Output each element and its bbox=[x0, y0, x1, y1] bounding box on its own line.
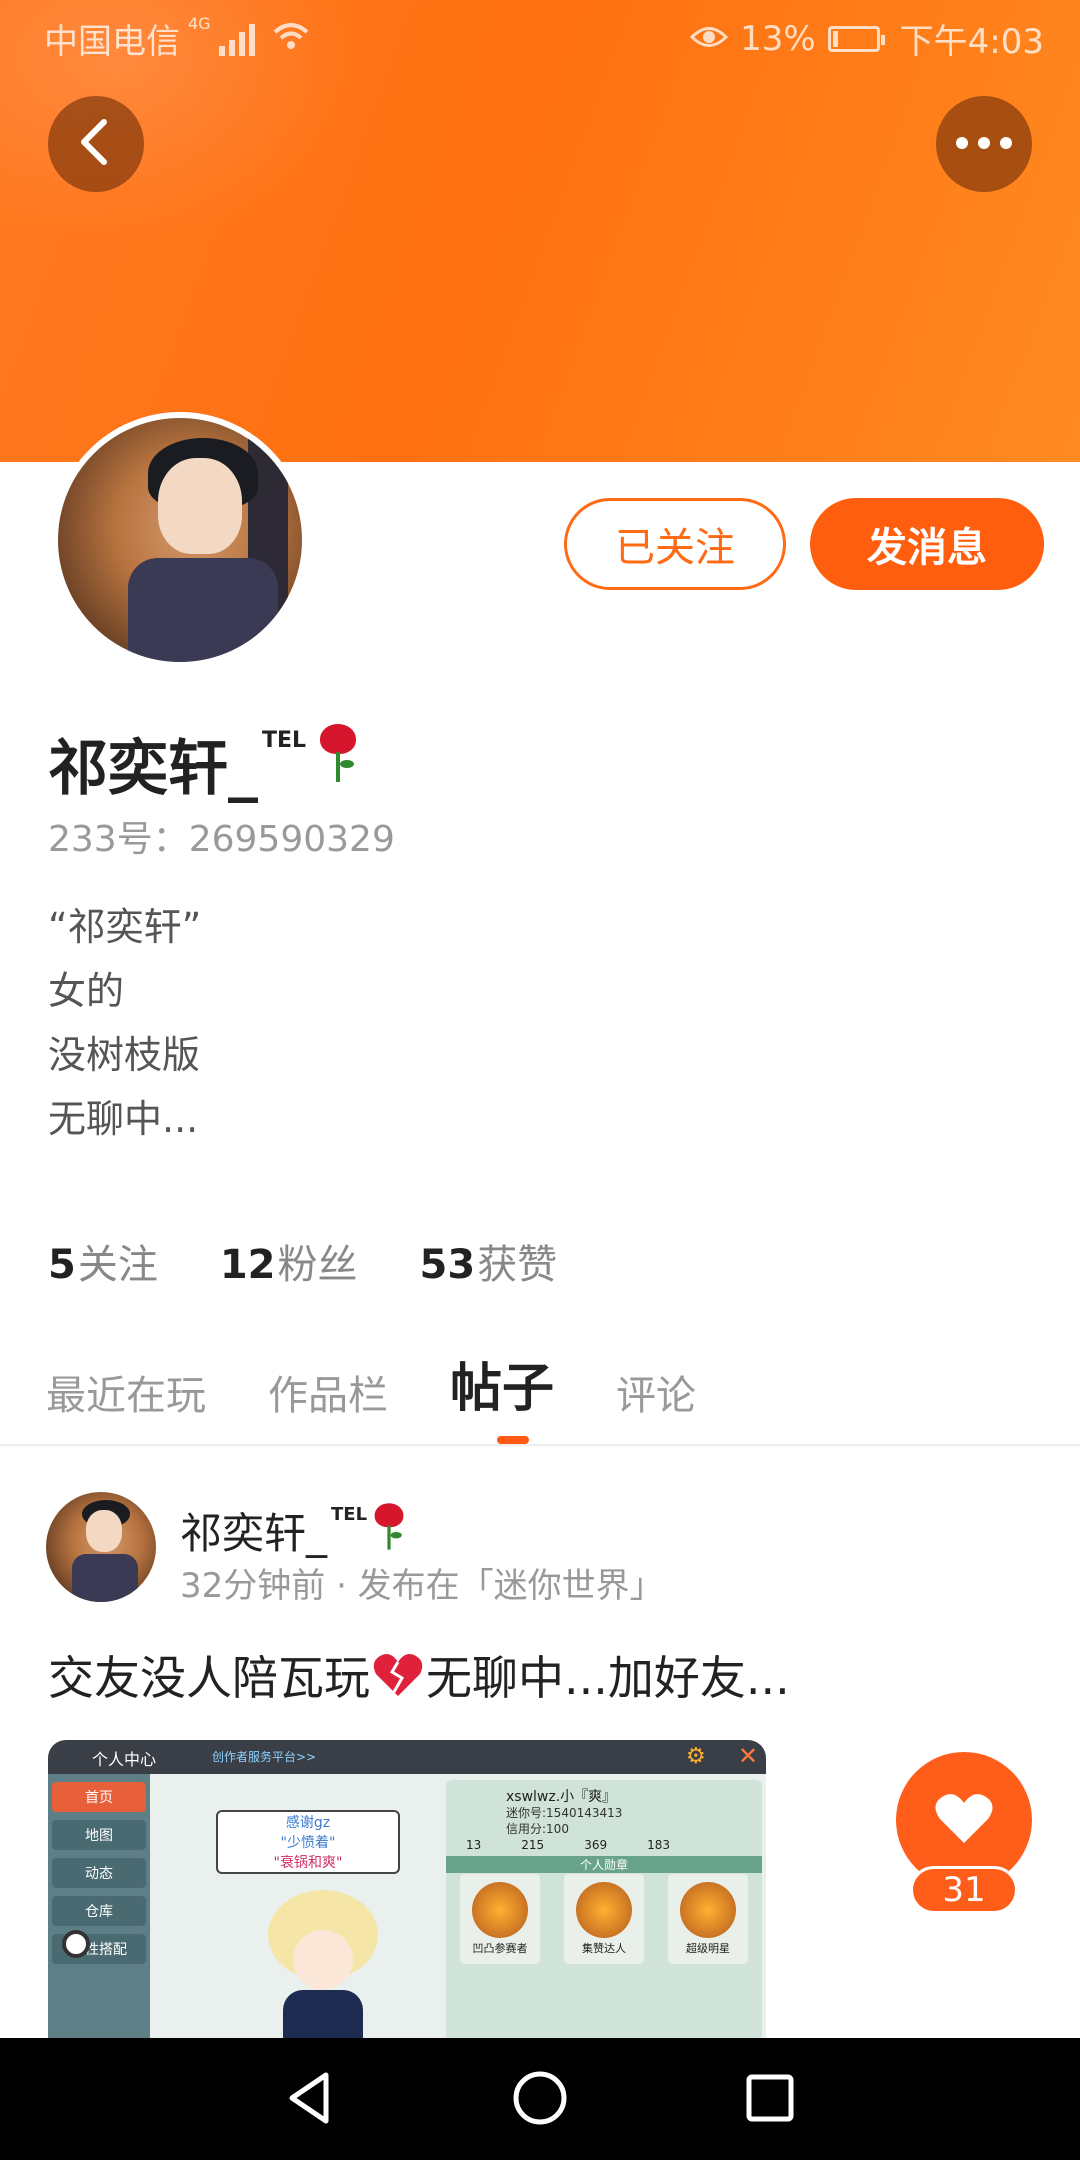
image-side-item: 动态 bbox=[52, 1858, 146, 1888]
bio-line: “祁奕轩” bbox=[48, 905, 202, 949]
medal-name: 集赞达人 bbox=[582, 1942, 626, 1955]
bio-line: 没树枝版 bbox=[48, 1033, 201, 1077]
square-recents-icon bbox=[745, 2073, 795, 2127]
profile-bio: “祁奕轩” 女的 没树枝版 无聊中... bbox=[48, 895, 201, 1151]
user-id: 233号：269590329 bbox=[48, 819, 395, 860]
tab-posts[interactable]: 帖子 bbox=[450, 1346, 554, 1421]
image-count: 215 bbox=[521, 1838, 545, 1852]
chevron-left-icon bbox=[76, 118, 116, 170]
heart-icon bbox=[934, 1791, 994, 1849]
carrier-label: 中国电信 bbox=[44, 22, 180, 62]
profile-tabs: 最近在玩 作品栏 帖子 评论 bbox=[46, 1346, 696, 1421]
eye-icon bbox=[689, 19, 729, 59]
stat-count: 12 bbox=[219, 1242, 276, 1288]
clock: 下午4:03 bbox=[899, 22, 1044, 62]
image-user-name: xswlwz.小『爽』 bbox=[506, 1789, 617, 1805]
gear-icon: ⚙ bbox=[686, 1744, 706, 1769]
image-profile-panel: xswlwz.小『爽』 迷你号:1540143413 信用分:100 13 21… bbox=[446, 1780, 762, 2040]
post-text-end: 无聊中...加好友... bbox=[426, 1651, 790, 1705]
more-button[interactable] bbox=[936, 96, 1032, 192]
wifi-icon bbox=[273, 19, 309, 59]
tab-recent-play[interactable]: 最近在玩 bbox=[46, 1363, 206, 1421]
profile-name-suffix: TEL bbox=[262, 728, 307, 753]
signal-icon bbox=[218, 22, 255, 56]
stat-label: 关注 bbox=[77, 1242, 158, 1288]
bubble-line: "衰锅和爽" bbox=[273, 1855, 343, 1871]
rose-icon bbox=[318, 720, 358, 784]
post-meta: 32分钟前 · 发布在「迷你世界」 bbox=[180, 1566, 664, 1606]
more-dots-icon bbox=[954, 135, 1014, 154]
image-count: 183 bbox=[647, 1838, 670, 1852]
profile-name-text: 祁奕轩_ bbox=[48, 734, 258, 804]
medal: 超级明星 bbox=[668, 1874, 748, 1964]
profile-name: 祁奕轩_ TEL bbox=[48, 720, 358, 807]
image-side-item: 首页 bbox=[52, 1782, 146, 1812]
broken-heart-icon bbox=[372, 1652, 424, 1698]
system-nav-bar bbox=[0, 2038, 1080, 2160]
like-count: 31 bbox=[910, 1866, 1018, 1914]
tab-comments[interactable]: 评论 bbox=[616, 1363, 696, 1421]
stat-label: 粉丝 bbox=[277, 1242, 358, 1288]
battery-percent: 13% bbox=[740, 18, 816, 59]
image-toggle bbox=[62, 1930, 90, 1958]
stat-count: 5 bbox=[48, 1242, 76, 1288]
post-text[interactable]: 交友没人陪瓦玩 无聊中...加好友... bbox=[48, 1642, 790, 1708]
triangle-back-icon bbox=[286, 2071, 334, 2129]
medal-name: 凹凸参赛者 bbox=[472, 1942, 528, 1955]
battery-icon bbox=[827, 25, 885, 52]
bio-line: 女的 bbox=[48, 969, 125, 1013]
status-bar: 中国电信 4G 13% 下午4:03 bbox=[0, 0, 1080, 74]
game-character bbox=[268, 1890, 378, 2040]
profile-avatar[interactable] bbox=[52, 412, 308, 668]
image-counts: 13 215 369 183 bbox=[466, 1838, 670, 1852]
circle-home-icon bbox=[512, 2070, 568, 2130]
stat-count: 53 bbox=[419, 1242, 476, 1288]
image-subtitle: 创作者服务平台>> bbox=[212, 1750, 317, 1764]
image-side-item: 地图 bbox=[52, 1820, 146, 1850]
nav-recents-button[interactable] bbox=[738, 2068, 802, 2132]
post-image[interactable]: 个人中心 创作者服务平台>> ⚙ ✕ 首页 地图 动态 仓库 个性搭配 感谢gz… bbox=[48, 1740, 766, 2040]
post-author-avatar[interactable] bbox=[46, 1492, 156, 1602]
image-count: 369 bbox=[584, 1838, 608, 1852]
bio-line: 无聊中... bbox=[48, 1097, 199, 1141]
send-message-button[interactable]: 发消息 bbox=[810, 498, 1044, 590]
stat-followers[interactable]: 12粉丝 bbox=[220, 1232, 358, 1290]
bubble-line: 感谢gz bbox=[285, 1815, 331, 1831]
image-credit: 信用分:100 bbox=[506, 1822, 569, 1836]
nav-home-button[interactable] bbox=[508, 2068, 572, 2132]
stat-label: 获赞 bbox=[477, 1242, 558, 1288]
image-sidebar: 首页 地图 动态 仓库 个性搭配 bbox=[48, 1774, 150, 2040]
image-title: 个人中心 bbox=[92, 1750, 157, 1769]
bubble-line: "少愤着" bbox=[280, 1835, 336, 1851]
medal-name: 超级明星 bbox=[686, 1942, 730, 1955]
divider bbox=[0, 1444, 1080, 1446]
stat-following[interactable]: 5关注 bbox=[48, 1232, 158, 1290]
post-text-start: 交友没人陪瓦玩 bbox=[48, 1651, 370, 1705]
tab-works[interactable]: 作品栏 bbox=[268, 1363, 388, 1421]
medal: 凹凸参赛者 bbox=[460, 1874, 540, 1964]
image-mini-id: 迷你号:1540143413 bbox=[506, 1806, 623, 1820]
image-panel-title: 个人勋章 bbox=[446, 1856, 762, 1873]
profile-stats: 5关注 12粉丝 53获赞 bbox=[48, 1232, 557, 1290]
image-topbar: 个人中心 创作者服务平台>> ⚙ ✕ bbox=[48, 1740, 766, 1774]
medal: 集赞达人 bbox=[564, 1874, 644, 1964]
rose-icon bbox=[373, 1500, 405, 1551]
nav-back-button[interactable] bbox=[278, 2068, 342, 2132]
followed-button[interactable]: 已关注 bbox=[564, 498, 786, 590]
image-bubble: 感谢gz "少愤着" "衰锅和爽" bbox=[216, 1810, 400, 1874]
back-button[interactable] bbox=[48, 96, 144, 192]
image-side-item: 仓库 bbox=[52, 1896, 146, 1926]
stat-likes[interactable]: 53获赞 bbox=[420, 1232, 558, 1290]
close-icon: ✕ bbox=[738, 1742, 759, 1770]
network-label: 4G bbox=[188, 14, 211, 33]
post-author-suffix: TEL bbox=[331, 1504, 368, 1525]
tab-indicator bbox=[497, 1436, 529, 1444]
image-count: 13 bbox=[466, 1838, 482, 1852]
post-author-name: 祁奕轩_ bbox=[180, 1509, 328, 1558]
post-author[interactable]: 祁奕轩_ TEL bbox=[180, 1500, 413, 1564]
